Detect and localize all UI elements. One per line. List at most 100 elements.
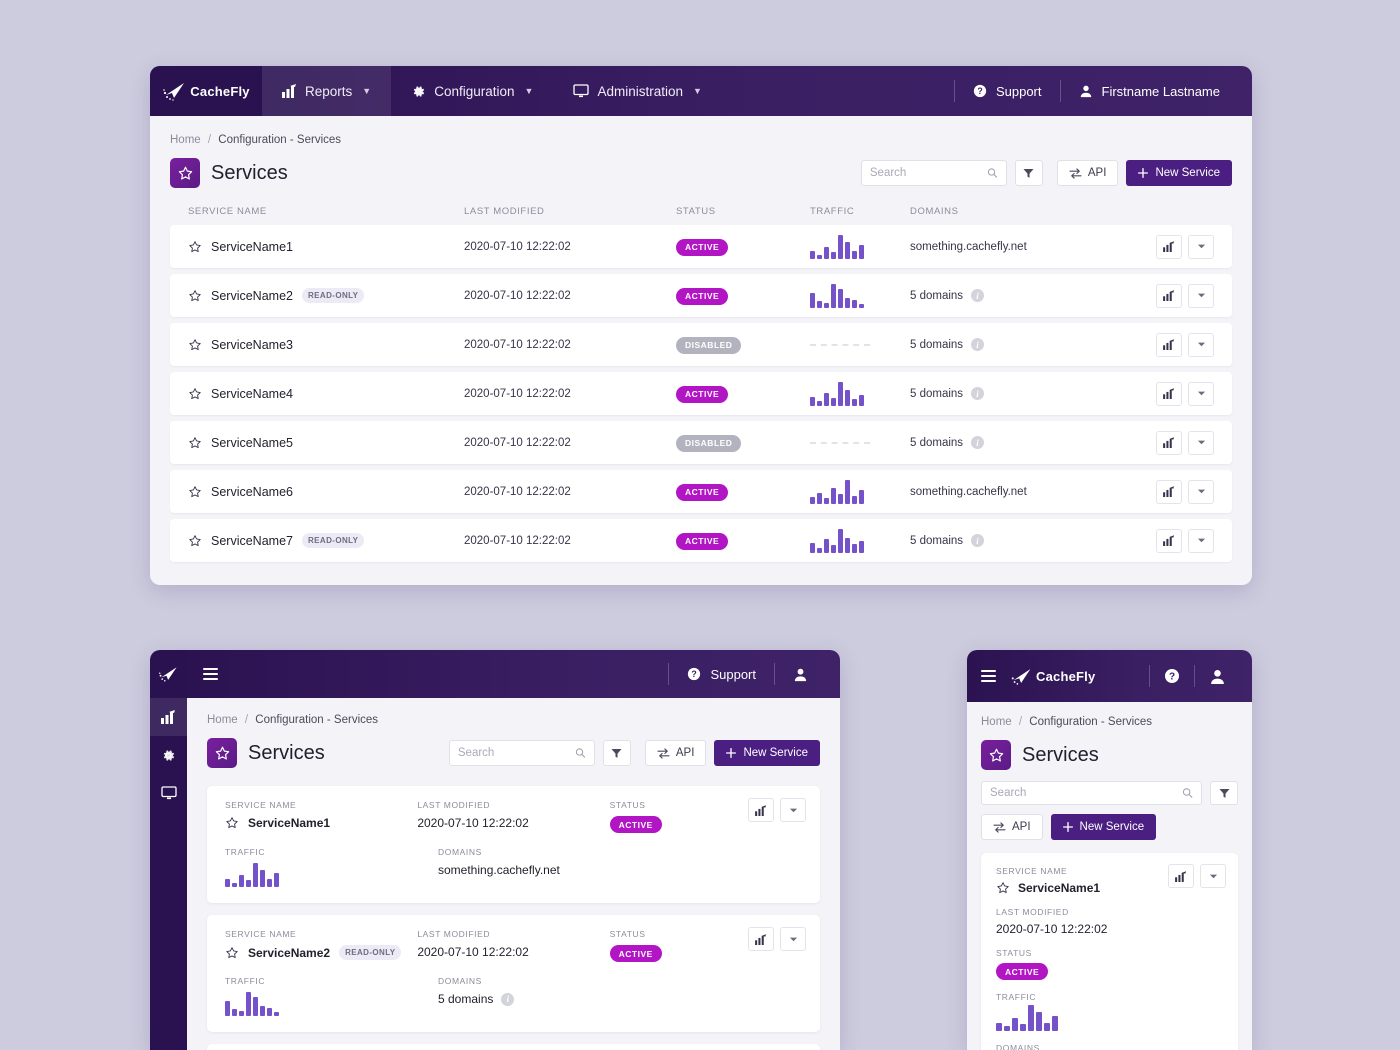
star-icon[interactable] (188, 338, 202, 352)
tablet-support-link[interactable]: ? Support (669, 667, 774, 682)
row-menu-button[interactable] (1188, 283, 1214, 308)
service-name-text: ServiceName3 (211, 337, 293, 352)
brand-logo[interactable]: CacheFly (1010, 667, 1095, 686)
info-icon[interactable]: i (501, 992, 515, 1006)
search-box[interactable] (860, 160, 1007, 186)
breadcrumb-home[interactable]: Home (170, 134, 201, 146)
sidebar-item-configuration[interactable] (150, 736, 187, 774)
info-icon[interactable]: i (971, 338, 985, 351)
filter-button[interactable] (602, 740, 631, 766)
star-icon[interactable] (188, 436, 202, 450)
new-service-label: New Service (743, 747, 808, 759)
info-icon[interactable]: i (971, 436, 985, 449)
info-icon[interactable]: i (971, 387, 985, 400)
tablet-service-card[interactable]: SERVICE NAMELAST MODIFIEDSTATUS (207, 1044, 820, 1050)
star-icon[interactable] (188, 289, 202, 303)
mobile-user-menu[interactable] (1195, 668, 1236, 685)
search-box[interactable] (981, 781, 1202, 805)
star-icon[interactable] (188, 387, 202, 401)
cell-traffic (810, 441, 910, 444)
cell-traffic (810, 283, 910, 308)
star-icon[interactable] (225, 816, 239, 830)
cell-last-modified: 2020-07-10 12:22:02 (464, 338, 571, 351)
row-menu-button[interactable] (780, 927, 806, 951)
api-button[interactable]: API (981, 814, 1043, 840)
row-menu-button[interactable] (1200, 864, 1226, 888)
row-menu-button[interactable] (1188, 430, 1214, 455)
tablet-service-card[interactable]: SERVICE NAME ServiceName1 LAST MODIFIED 202… (207, 786, 820, 903)
row-menu-button[interactable] (1188, 381, 1214, 406)
nav-item-administration[interactable]: Administration ▼ (553, 66, 721, 116)
mobile-support-button[interactable]: ? (1150, 668, 1194, 684)
filter-button[interactable] (1014, 160, 1043, 186)
bar-chart-icon (1163, 486, 1175, 497)
row-chart-button[interactable] (1168, 864, 1194, 888)
info-icon[interactable]: i (971, 534, 985, 547)
row-chart-button[interactable] (1156, 479, 1182, 504)
star-icon[interactable] (188, 485, 202, 499)
nav-item-reports[interactable]: Reports ▼ (262, 66, 392, 116)
cell-service-name: ServiceName5 (188, 436, 464, 450)
user-menu[interactable]: Firstname Lastname (1061, 84, 1239, 99)
row-chart-button[interactable] (748, 798, 774, 822)
mobile-service-card: SERVICE NAME ServiceName1 LAST MODIFIED … (981, 853, 1238, 1050)
tablet-field-last-modified: LAST MODIFIED 2020-07-10 12:22:02 (417, 929, 529, 959)
traffic-sparkline (810, 283, 910, 308)
row-menu-button[interactable] (1188, 234, 1214, 259)
cell-domains: 5 domains i (910, 387, 1156, 400)
mobile-body: Home / Configuration - Services Services (967, 702, 1252, 1050)
search-box[interactable] (448, 740, 595, 766)
breadcrumb-home[interactable]: Home (207, 714, 238, 726)
api-button[interactable]: API (644, 740, 707, 766)
table-row[interactable]: ServiceName2 READ-ONLY 2020-07-10 12:22:02… (170, 274, 1232, 317)
tablet-service-card[interactable]: SERVICE NAME ServiceName2 READ-ONLY LAST MO… (207, 915, 820, 1032)
table-row[interactable]: ServiceName4 2020-07-10 12:22:02 ACTIVE 5 d… (170, 372, 1232, 415)
sidebar-item-administration[interactable] (150, 774, 187, 812)
info-icon[interactable]: i (971, 289, 985, 302)
hamburger-icon[interactable] (981, 670, 996, 682)
row-menu-button[interactable] (1188, 332, 1214, 357)
table-row[interactable]: ServiceName7 READ-ONLY 2020-07-10 12:22:02… (170, 519, 1232, 562)
search-input[interactable] (457, 747, 575, 759)
row-chart-button[interactable] (1156, 234, 1182, 259)
row-menu-button[interactable] (780, 798, 806, 822)
brand-logo[interactable]: CacheFly (150, 66, 262, 116)
tablet-user-menu[interactable] (775, 667, 826, 682)
sidebar-item-reports[interactable] (150, 698, 187, 736)
new-service-button[interactable]: New Service (714, 740, 820, 766)
star-icon[interactable] (188, 240, 202, 254)
table-row[interactable]: ServiceName3 2020-07-10 12:22:02 DISABLED 5… (170, 323, 1232, 366)
column-header-domains: DOMAINS (910, 206, 959, 217)
service-name-text: ServiceName2 (211, 288, 293, 303)
table-row[interactable]: ServiceName6 2020-07-10 12:22:02 ACTIVE som… (170, 470, 1232, 513)
row-chart-button[interactable] (1156, 332, 1182, 357)
new-service-button[interactable]: New Service (1126, 160, 1232, 186)
row-menu-button[interactable] (1188, 528, 1214, 553)
tablet-brand-logo[interactable] (158, 650, 180, 698)
search-input[interactable] (869, 167, 987, 179)
hamburger-icon[interactable] (203, 668, 218, 680)
search-input[interactable] (990, 787, 1182, 799)
filter-button[interactable] (1210, 781, 1238, 805)
table-row[interactable]: ServiceName5 2020-07-10 12:22:02 DISABLED 5… (170, 421, 1232, 464)
nav-item-configuration[interactable]: Configuration ▼ (391, 66, 553, 116)
service-name-text: ServiceName1 (211, 239, 293, 254)
support-link[interactable]: ? Support (955, 84, 1060, 99)
row-chart-button[interactable] (1156, 381, 1182, 406)
row-chart-button[interactable] (1156, 528, 1182, 553)
row-menu-button[interactable] (1188, 479, 1214, 504)
api-button[interactable]: API (1056, 160, 1119, 186)
star-icon[interactable] (188, 534, 202, 548)
star-icon[interactable] (225, 946, 239, 960)
cell-last-modified: 2020-07-10 12:22:02 (464, 387, 571, 400)
tablet-page-header: Services Search API New Service (207, 738, 820, 768)
row-chart-button[interactable] (1156, 283, 1182, 308)
breadcrumb-home[interactable]: Home (981, 716, 1012, 728)
row-chart-button[interactable] (748, 927, 774, 951)
table-row[interactable]: ServiceName1 2020-07-10 12:22:02 ACTIVE som… (170, 225, 1232, 268)
mobile-value-status: ACTIVE (996, 963, 1223, 980)
row-chart-button[interactable] (1156, 430, 1182, 455)
new-service-button[interactable]: New Service (1050, 814, 1157, 840)
star-icon[interactable] (996, 881, 1010, 895)
user-icon (1080, 85, 1091, 98)
